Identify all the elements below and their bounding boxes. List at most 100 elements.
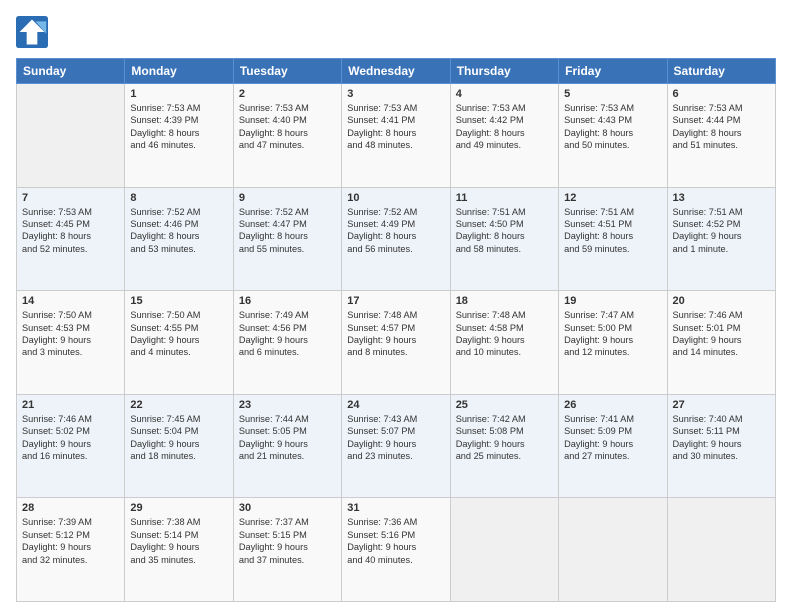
col-header-wednesday: Wednesday bbox=[342, 59, 450, 84]
cell-content: Sunrise: 7:52 AM Sunset: 4:47 PM Dayligh… bbox=[239, 206, 336, 256]
day-number: 19 bbox=[564, 295, 661, 307]
cell-content: Sunrise: 7:45 AM Sunset: 5:04 PM Dayligh… bbox=[130, 413, 227, 463]
day-number: 2 bbox=[239, 88, 336, 100]
calendar-cell: 15 Sunrise: 7:50 AM Sunset: 4:55 PM Dayli… bbox=[125, 291, 233, 395]
cell-content: Sunrise: 7:37 AM Sunset: 5:15 PM Dayligh… bbox=[239, 516, 336, 566]
cell-content: Sunrise: 7:53 AM Sunset: 4:40 PM Dayligh… bbox=[239, 102, 336, 152]
cell-content: Sunrise: 7:51 AM Sunset: 4:52 PM Dayligh… bbox=[673, 206, 770, 256]
day-number: 27 bbox=[673, 399, 770, 411]
calendar-cell: 25 Sunrise: 7:42 AM Sunset: 5:08 PM Dayli… bbox=[450, 394, 558, 498]
calendar-cell bbox=[450, 498, 558, 602]
cell-content: Sunrise: 7:53 AM Sunset: 4:39 PM Dayligh… bbox=[130, 102, 227, 152]
calendar-cell bbox=[667, 498, 775, 602]
calendar-cell: 19 Sunrise: 7:47 AM Sunset: 5:00 PM Dayli… bbox=[559, 291, 667, 395]
calendar-cell: 9 Sunrise: 7:52 AM Sunset: 4:47 PM Daylig… bbox=[233, 187, 341, 291]
calendar-cell: 4 Sunrise: 7:53 AM Sunset: 4:42 PM Daylig… bbox=[450, 84, 558, 188]
cell-content: Sunrise: 7:42 AM Sunset: 5:08 PM Dayligh… bbox=[456, 413, 553, 463]
day-number: 20 bbox=[673, 295, 770, 307]
day-number: 26 bbox=[564, 399, 661, 411]
day-number: 15 bbox=[130, 295, 227, 307]
day-number: 10 bbox=[347, 192, 444, 204]
cell-content: Sunrise: 7:51 AM Sunset: 4:51 PM Dayligh… bbox=[564, 206, 661, 256]
day-number: 16 bbox=[239, 295, 336, 307]
calendar-body: 1 Sunrise: 7:53 AM Sunset: 4:39 PM Daylig… bbox=[17, 84, 776, 602]
calendar-cell: 14Sunrise: 7:50 AM Sunset: 4:53 PM Dayli… bbox=[17, 291, 125, 395]
calendar-cell: 22Sunrise: 7:45 AM Sunset: 5:04 PM Dayli… bbox=[125, 394, 233, 498]
day-number: 28 bbox=[22, 502, 119, 514]
day-number: 13 bbox=[673, 192, 770, 204]
cell-content: Sunrise: 7:40 AM Sunset: 5:11 PM Dayligh… bbox=[673, 413, 770, 463]
calendar-cell: 7 Sunrise: 7:53 AM Sunset: 4:45 PM Daylig… bbox=[17, 187, 125, 291]
cell-content: Sunrise: 7:51 AM Sunset: 4:50 PM Dayligh… bbox=[456, 206, 553, 256]
day-number: 9 bbox=[239, 192, 336, 204]
day-number: 30 bbox=[239, 502, 336, 514]
calendar-cell: 18 Sunrise: 7:48 AM Sunset: 4:58 PM Dayli… bbox=[450, 291, 558, 395]
cell-content: Sunrise: 7:47 AM Sunset: 5:00 PM Dayligh… bbox=[564, 309, 661, 359]
header-row: SundayMondayTuesdayWednesdayThursdayFrid… bbox=[17, 59, 776, 84]
calendar-cell: 3 Sunrise: 7:53 AM Sunset: 4:41 PM Daylig… bbox=[342, 84, 450, 188]
cell-content: Sunrise: 7:53 AM Sunset: 4:44 PM Dayligh… bbox=[673, 102, 770, 152]
day-number: 18 bbox=[456, 295, 553, 307]
calendar-cell: 10 Sunrise: 7:52 AM Sunset: 4:49 PM Dayli… bbox=[342, 187, 450, 291]
calendar-page: SundayMondayTuesdayWednesdayThursdayFrid… bbox=[0, 0, 792, 612]
calendar-cell: 13 Sunrise: 7:51 AM Sunset: 4:52 PM Dayli… bbox=[667, 187, 775, 291]
week-row: 1 Sunrise: 7:53 AM Sunset: 4:39 PM Daylig… bbox=[17, 84, 776, 188]
calendar-cell: 17Sunrise: 7:48 AM Sunset: 4:57 PM Dayli… bbox=[342, 291, 450, 395]
cell-content: Sunrise: 7:53 AM Sunset: 4:45 PM Dayligh… bbox=[22, 206, 119, 256]
cell-content: Sunrise: 7:41 AM Sunset: 5:09 PM Dayligh… bbox=[564, 413, 661, 463]
cell-content: Sunrise: 7:48 AM Sunset: 4:57 PM Dayligh… bbox=[347, 309, 444, 359]
calendar-table: SundayMondayTuesdayWednesdayThursdayFrid… bbox=[16, 58, 776, 602]
day-number: 21 bbox=[22, 399, 119, 411]
calendar-cell: 26 Sunrise: 7:41 AM Sunset: 5:09 PM Dayli… bbox=[559, 394, 667, 498]
day-number: 8 bbox=[130, 192, 227, 204]
day-number: 1 bbox=[130, 88, 227, 100]
calendar-cell: 12Sunrise: 7:51 AM Sunset: 4:51 PM Dayli… bbox=[559, 187, 667, 291]
week-row: 28Sunrise: 7:39 AM Sunset: 5:12 PM Dayli… bbox=[17, 498, 776, 602]
calendar-cell: 11Sunrise: 7:51 AM Sunset: 4:50 PM Dayli… bbox=[450, 187, 558, 291]
cell-content: Sunrise: 7:53 AM Sunset: 4:42 PM Dayligh… bbox=[456, 102, 553, 152]
day-number: 14 bbox=[22, 295, 119, 307]
day-number: 29 bbox=[130, 502, 227, 514]
day-number: 3 bbox=[347, 88, 444, 100]
header bbox=[16, 16, 776, 48]
cell-content: Sunrise: 7:38 AM Sunset: 5:14 PM Dayligh… bbox=[130, 516, 227, 566]
col-header-monday: Monday bbox=[125, 59, 233, 84]
calendar-cell: 6 Sunrise: 7:53 AM Sunset: 4:44 PM Daylig… bbox=[667, 84, 775, 188]
calendar-cell: 29 Sunrise: 7:38 AM Sunset: 5:14 PM Dayli… bbox=[125, 498, 233, 602]
col-header-friday: Friday bbox=[559, 59, 667, 84]
cell-content: Sunrise: 7:48 AM Sunset: 4:58 PM Dayligh… bbox=[456, 309, 553, 359]
calendar-cell: 30 Sunrise: 7:37 AM Sunset: 5:15 PM Dayli… bbox=[233, 498, 341, 602]
day-number: 5 bbox=[564, 88, 661, 100]
calendar-cell: 1 Sunrise: 7:53 AM Sunset: 4:39 PM Daylig… bbox=[125, 84, 233, 188]
day-number: 23 bbox=[239, 399, 336, 411]
cell-content: Sunrise: 7:52 AM Sunset: 4:46 PM Dayligh… bbox=[130, 206, 227, 256]
logo bbox=[16, 16, 52, 48]
day-number: 31 bbox=[347, 502, 444, 514]
week-row: 14Sunrise: 7:50 AM Sunset: 4:53 PM Dayli… bbox=[17, 291, 776, 395]
cell-content: Sunrise: 7:44 AM Sunset: 5:05 PM Dayligh… bbox=[239, 413, 336, 463]
day-number: 7 bbox=[22, 192, 119, 204]
cell-content: Sunrise: 7:50 AM Sunset: 4:55 PM Dayligh… bbox=[130, 309, 227, 359]
calendar-cell: 21Sunrise: 7:46 AM Sunset: 5:02 PM Dayli… bbox=[17, 394, 125, 498]
cell-content: Sunrise: 7:36 AM Sunset: 5:16 PM Dayligh… bbox=[347, 516, 444, 566]
cell-content: Sunrise: 7:43 AM Sunset: 5:07 PM Dayligh… bbox=[347, 413, 444, 463]
calendar-cell: 27 Sunrise: 7:40 AM Sunset: 5:11 PM Dayli… bbox=[667, 394, 775, 498]
calendar-cell: 24 Sunrise: 7:43 AM Sunset: 5:07 PM Dayli… bbox=[342, 394, 450, 498]
calendar-cell: 31 Sunrise: 7:36 AM Sunset: 5:16 PM Dayli… bbox=[342, 498, 450, 602]
cell-content: Sunrise: 7:52 AM Sunset: 4:49 PM Dayligh… bbox=[347, 206, 444, 256]
cell-content: Sunrise: 7:46 AM Sunset: 5:01 PM Dayligh… bbox=[673, 309, 770, 359]
logo-icon bbox=[16, 16, 48, 48]
day-number: 6 bbox=[673, 88, 770, 100]
col-header-tuesday: Tuesday bbox=[233, 59, 341, 84]
cell-content: Sunrise: 7:53 AM Sunset: 4:41 PM Dayligh… bbox=[347, 102, 444, 152]
day-number: 25 bbox=[456, 399, 553, 411]
week-row: 7 Sunrise: 7:53 AM Sunset: 4:45 PM Daylig… bbox=[17, 187, 776, 291]
day-number: 4 bbox=[456, 88, 553, 100]
cell-content: Sunrise: 7:53 AM Sunset: 4:43 PM Dayligh… bbox=[564, 102, 661, 152]
day-number: 24 bbox=[347, 399, 444, 411]
calendar-cell: 23 Sunrise: 7:44 AM Sunset: 5:05 PM Dayli… bbox=[233, 394, 341, 498]
calendar-cell: 8 Sunrise: 7:52 AM Sunset: 4:46 PM Daylig… bbox=[125, 187, 233, 291]
calendar-cell: 20 Sunrise: 7:46 AM Sunset: 5:01 PM Dayli… bbox=[667, 291, 775, 395]
col-header-sunday: Sunday bbox=[17, 59, 125, 84]
calendar-header: SundayMondayTuesdayWednesdayThursdayFrid… bbox=[17, 59, 776, 84]
